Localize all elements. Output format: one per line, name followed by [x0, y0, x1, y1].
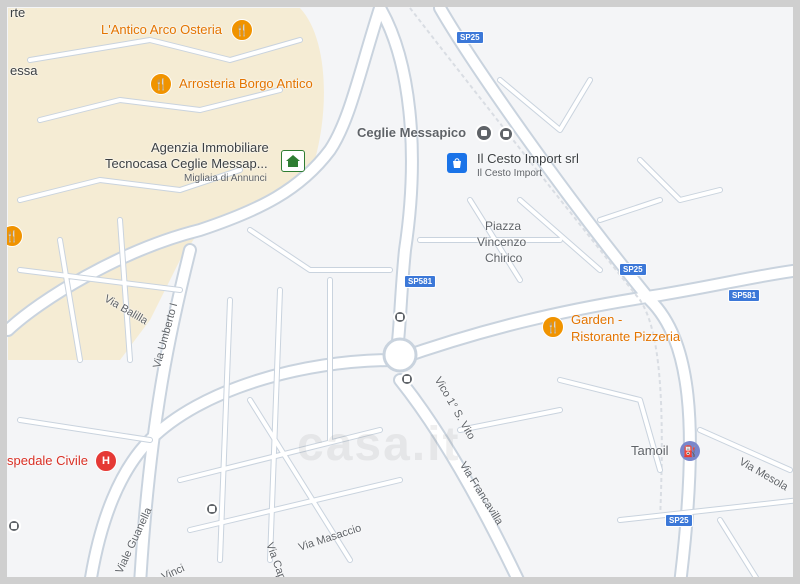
label-top-left-fragment: essa [10, 63, 38, 78]
poi-label-garden-line2[interactable]: Ristorante Pizzeria [571, 329, 680, 344]
poi-label-antico-arco[interactable]: L'Antico Arco Osteria [101, 22, 222, 37]
place-label-piazza-line3: Chirico [485, 251, 523, 265]
road-shield-sp581: SP581 [728, 289, 761, 302]
bus-icon[interactable] [498, 126, 514, 142]
road-shield-sp25: SP25 [665, 514, 693, 527]
bus-icon[interactable] [7, 519, 21, 533]
poi-label-arrosteria[interactable]: Arrosteria Borgo Antico [179, 76, 313, 91]
watermark: casa.it [297, 418, 461, 471]
bus-icon[interactable] [205, 502, 219, 516]
station-label-ceglie[interactable]: Ceglie Messapico [357, 125, 466, 140]
poi-label-agenzia-line2[interactable]: Tecnocasa Ceglie Messap... [105, 156, 268, 171]
map-frame[interactable]: casa.it essa rte L'Antico Arco Osteria 🍴… [0, 0, 800, 584]
home-icon[interactable] [281, 150, 305, 172]
restaurant-icon[interactable]: 🍴 [542, 316, 564, 338]
place-label-piazza-line2: Vincenzo [477, 235, 527, 249]
bus-icon[interactable] [400, 372, 414, 386]
road-shield-sp25: SP25 [619, 263, 647, 276]
road-shield-sp25: SP25 [456, 31, 484, 44]
shopping-bag-icon[interactable] [447, 153, 467, 173]
poi-sublabel-agenzia: Migliaia di Annunci [184, 173, 267, 184]
poi-label-agenzia-line1[interactable]: Agenzia Immobiliare [151, 140, 269, 155]
hospital-icon[interactable]: H [95, 450, 117, 472]
restaurant-icon[interactable]: 🍴 [231, 19, 253, 41]
poi-label-garden-line1[interactable]: Garden - [571, 312, 622, 327]
roundabout [382, 337, 418, 373]
fuel-icon[interactable]: ⛽ [680, 441, 700, 461]
train-icon[interactable] [475, 124, 493, 142]
poi-label-cesto-import[interactable]: Il Cesto Import srl [477, 151, 579, 166]
road-shield-sp581: SP581 [404, 275, 437, 288]
poi-label-tamoil[interactable]: Tamoil [631, 443, 669, 458]
poi-sublabel-cesto-import: Il Cesto Import [477, 168, 543, 179]
bus-icon[interactable] [393, 310, 407, 324]
poi-label-ospedale[interactable]: spedale Civile [7, 453, 88, 468]
restaurant-icon[interactable]: 🍴 [150, 73, 172, 95]
label-top-left-fragment2: rte [10, 5, 26, 20]
restaurant-icon[interactable]: 🍴 [7, 225, 23, 247]
place-label-piazza-line1: Piazza [485, 219, 522, 233]
map-canvas[interactable] [0, 0, 800, 584]
